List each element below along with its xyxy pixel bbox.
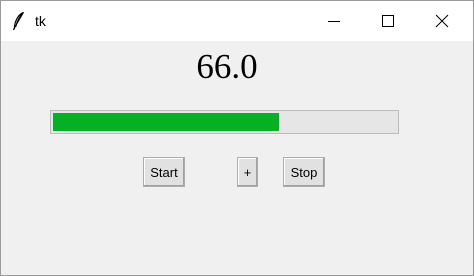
maximize-icon <box>382 15 394 27</box>
increment-button[interactable]: + <box>237 157 258 187</box>
progress-fill <box>53 113 279 131</box>
close-icon <box>435 14 449 28</box>
maximize-button[interactable] <box>361 1 415 41</box>
minimize-icon <box>328 21 340 22</box>
value-display: 66.0 <box>196 47 258 86</box>
start-button[interactable]: Start <box>143 157 185 187</box>
minimize-button[interactable] <box>307 1 361 41</box>
window-title: tk <box>35 13 46 29</box>
feather-icon <box>11 11 27 31</box>
title-bar[interactable]: tk <box>1 1 473 41</box>
progress-bar <box>50 110 399 134</box>
stop-button[interactable]: Stop <box>283 157 325 187</box>
app-window: tk 66.0 Start + Stop <box>0 0 474 276</box>
close-button[interactable] <box>415 1 469 41</box>
